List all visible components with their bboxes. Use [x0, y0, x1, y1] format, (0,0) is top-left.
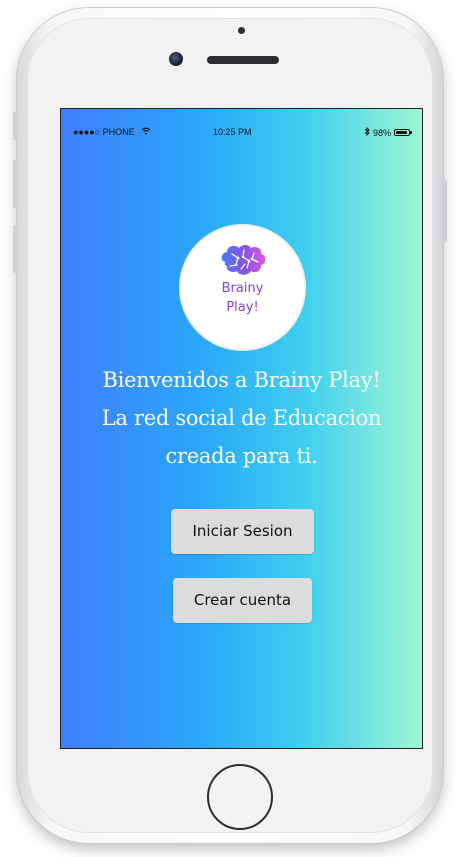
proximity-sensor — [238, 27, 245, 34]
battery-percent: 98% — [372, 127, 391, 138]
welcome-subtitle-line1: La red social de Educacion — [101, 406, 382, 430]
power-button — [442, 180, 447, 242]
login-button[interactable]: Iniciar Sesion — [171, 509, 314, 554]
carrier-label: ●●●●○ PHONE — [73, 127, 135, 137]
bluetooth-icon — [364, 126, 370, 138]
status-right: 98% — [364, 126, 412, 138]
app-screen: ●●●●○ PHONE 10:25 PM 98% Brainy Play! Bi… — [60, 108, 423, 749]
volume-down-button — [13, 225, 18, 273]
wifi-icon — [141, 127, 151, 137]
battery-icon — [394, 129, 412, 136]
home-button[interactable] — [207, 764, 273, 830]
front-camera-icon — [169, 52, 183, 66]
welcome-title: Bienvenidos a Brainy Play! — [102, 368, 381, 392]
brain-icon — [221, 245, 266, 275]
create-account-button[interactable]: Crear cuenta — [173, 578, 312, 623]
earpiece-speaker — [207, 56, 279, 64]
status-bar: ●●●●○ PHONE 10:25 PM 98% — [61, 109, 422, 138]
volume-up-button — [13, 160, 18, 208]
brainy-play-logo: Brainy Play! — [179, 224, 306, 351]
welcome-subtitle-line2: creada para ti. — [165, 444, 318, 468]
clock: 10:25 PM — [213, 127, 252, 137]
carrier-signal: ●●●●○ PHONE — [73, 127, 151, 137]
logo-text-play: Play! — [226, 300, 259, 315]
logo-text-brainy: Brainy — [221, 281, 264, 296]
mute-switch — [13, 112, 18, 140]
